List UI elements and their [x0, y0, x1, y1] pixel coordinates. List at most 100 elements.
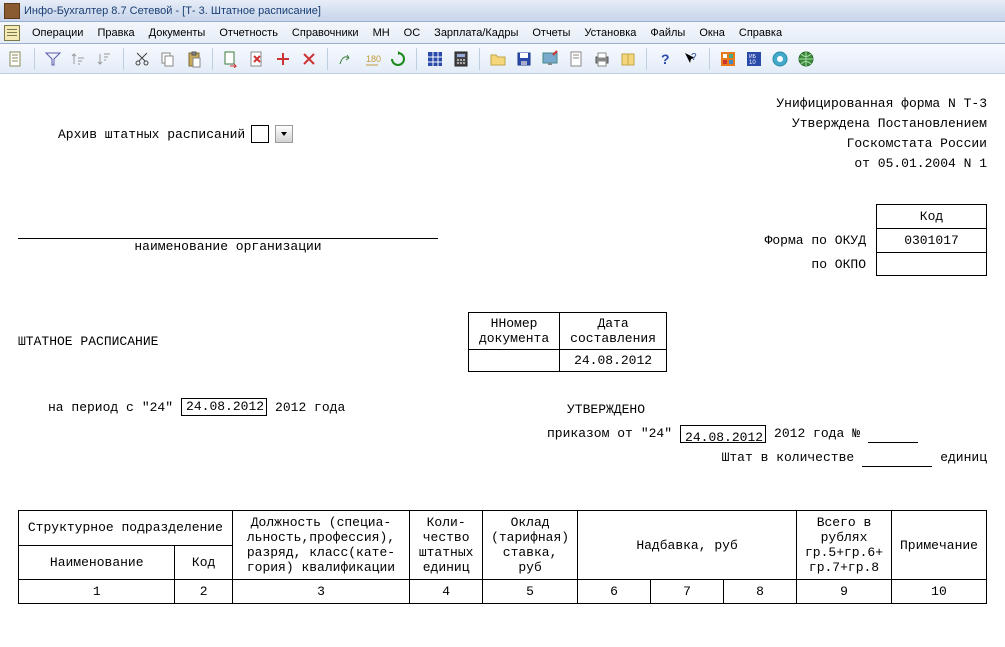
window-title: Инфо-Бухгалтер 8.7 Сетевой - [Т- 3. Штат… [24, 5, 321, 17]
menu-setup[interactable]: Установка [578, 25, 642, 41]
form-header-line: Утверждена Постановлением [776, 114, 987, 134]
form-header-line: Унифицированная форма N Т-3 [776, 94, 987, 114]
org-caption: наименование организации [18, 239, 438, 254]
archive-input[interactable] [251, 125, 269, 143]
codes-table: Код Форма по ОКУД0301017 по ОКПО [755, 204, 987, 276]
coln: 2 [175, 580, 232, 604]
order-year: 2012 года [774, 422, 844, 446]
menu-files[interactable]: Файлы [644, 25, 691, 41]
monitor-icon[interactable] [540, 49, 560, 69]
svg-text:?: ? [661, 51, 670, 67]
menu-reporting[interactable]: Отчетность [213, 25, 284, 41]
archive-dropdown-button[interactable] [275, 125, 293, 143]
order-day: "24" [641, 422, 672, 446]
scissors-icon[interactable] [132, 49, 152, 69]
paste-icon[interactable] [184, 49, 204, 69]
col-qty: Коли-чествоштатныхединиц [410, 511, 483, 580]
col-allowance: Надбавка, руб [578, 511, 797, 580]
period-day: "24" [142, 400, 173, 415]
cross-icon[interactable] [299, 49, 319, 69]
main-table: Структурное подразделение Должность (спе… [18, 510, 987, 604]
refresh-icon[interactable] [388, 49, 408, 69]
coln: 3 [232, 580, 409, 604]
sort-asc-icon[interactable] [69, 49, 89, 69]
document-title: ШТАТНОЕ РАСПИСАНИЕ [18, 312, 158, 349]
system-menu-icon[interactable] [4, 25, 20, 41]
text-width-icon[interactable]: 180 [362, 49, 382, 69]
staff-label: Штат в количестве [722, 446, 855, 470]
col-numbers-row: 1 2 3 4 5 6 7 8 9 10 [19, 580, 987, 604]
blue-circle-icon[interactable] [770, 49, 790, 69]
doc-arrow-icon[interactable] [221, 49, 241, 69]
col-code: Код [175, 545, 232, 580]
order-number-symbol: № [852, 422, 860, 446]
toolbar-sep [709, 48, 710, 70]
date-header: Датасоставления [560, 313, 667, 350]
num-date-table: ННомердокумента Датасоставления 24.08.20… [468, 312, 667, 372]
staff-units: единиц [940, 446, 987, 470]
col-struct: Структурное подразделение [19, 511, 233, 546]
window-titlebar: Инфо-Бухгалтер 8.7 Сетевой - [Т- 3. Штат… [0, 0, 1005, 22]
svg-text:10: 10 [749, 60, 756, 66]
app-icon [4, 3, 20, 19]
toolbar-sep [327, 48, 328, 70]
toolbar-sep [212, 48, 213, 70]
order-date-input[interactable]: 24.08.2012 [680, 425, 766, 443]
calculator-icon[interactable] [451, 49, 471, 69]
toolbar-sep [479, 48, 480, 70]
menu-mn[interactable]: МН [367, 25, 396, 41]
page-icon[interactable] [566, 49, 586, 69]
globe-icon[interactable] [796, 49, 816, 69]
col-position: Должность (специа-льность,профессия),раз… [232, 511, 409, 580]
doc-red-icon[interactable] [247, 49, 267, 69]
doc-icon[interactable] [6, 49, 26, 69]
menu-edit[interactable]: Правка [91, 25, 140, 41]
toolbar-sep [123, 48, 124, 70]
coln: 8 [724, 580, 797, 604]
printer-icon[interactable] [592, 49, 612, 69]
coln: 5 [483, 580, 578, 604]
blue-box-icon[interactable]: ИБ10 [744, 49, 764, 69]
form-header-line: от 05.01.2004 N 1 [776, 154, 987, 174]
menu-reports[interactable]: Отчеты [526, 25, 576, 41]
book-icon[interactable] [618, 49, 638, 69]
toolbar-sep [646, 48, 647, 70]
funnel-icon[interactable] [43, 49, 63, 69]
pointer-help-icon[interactable]: ? [681, 49, 701, 69]
plus-icon[interactable] [273, 49, 293, 69]
num-header: ННомердокумента [468, 313, 559, 350]
doc-date-field[interactable]: 24.08.2012 [560, 350, 667, 372]
jump-icon[interactable] [336, 49, 356, 69]
coln: 7 [651, 580, 724, 604]
period-year: 2012 года [275, 400, 345, 415]
document-area: Архив штатных расписаний Унифицированная… [0, 74, 1005, 614]
archive-label: Архив штатных расписаний [58, 127, 245, 142]
period-prefix: на период с [48, 400, 134, 415]
coln: 9 [797, 580, 892, 604]
staff-qty-input[interactable] [862, 449, 932, 467]
period-date-input[interactable]: 24.08.2012 [181, 398, 267, 416]
menu-documents[interactable]: Документы [143, 25, 212, 41]
menu-bar: Операции Правка Документы Отчетность Спр… [0, 22, 1005, 44]
doc-number-field[interactable] [468, 350, 559, 372]
folder-open-icon[interactable] [488, 49, 508, 69]
save-icon[interactable] [514, 49, 534, 69]
menu-windows[interactable]: Окна [693, 25, 731, 41]
menu-salary[interactable]: Зарплата/Кадры [428, 25, 524, 41]
menu-dictionaries[interactable]: Справочники [286, 25, 365, 41]
sort-desc-icon[interactable] [95, 49, 115, 69]
okud-label: Форма по ОКУД [755, 229, 877, 253]
coln: 1 [19, 580, 175, 604]
order-number-input[interactable] [868, 425, 918, 443]
orange-square-icon[interactable] [718, 49, 738, 69]
coln: 6 [578, 580, 651, 604]
col-note: Примечание [891, 511, 986, 580]
grid-blue-icon[interactable] [425, 49, 445, 69]
menu-os[interactable]: ОС [398, 25, 427, 41]
menu-operations[interactable]: Операции [26, 25, 89, 41]
menu-help[interactable]: Справка [733, 25, 788, 41]
help-icon[interactable]: ? [655, 49, 675, 69]
copy-icon[interactable] [158, 49, 178, 69]
okpo-value[interactable] [877, 253, 987, 276]
toolbar-sep [416, 48, 417, 70]
